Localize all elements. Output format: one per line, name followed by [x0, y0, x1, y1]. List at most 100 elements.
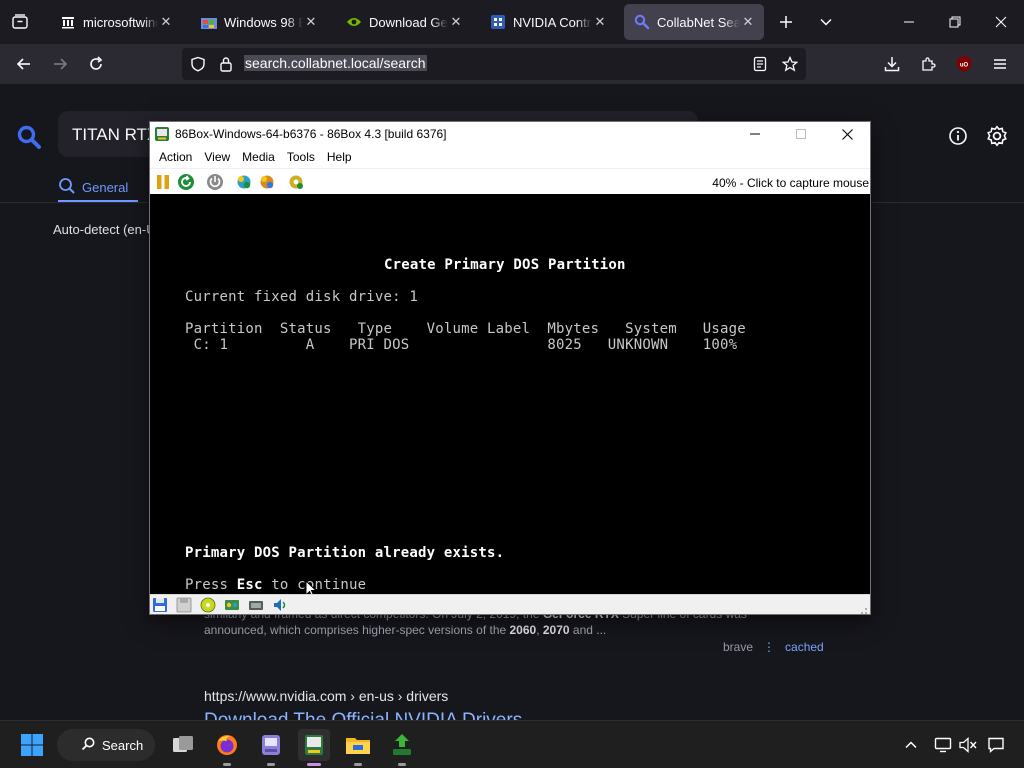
network-icon[interactable]: [248, 597, 264, 613]
search-logo-icon[interactable]: [16, 124, 42, 155]
cd-rom-icon[interactable]: [200, 597, 216, 613]
vm-titlebar[interactable]: 86Box-Windows-64-b6376 - 86Box 4.3 [buil…: [150, 122, 870, 146]
close-tab-icon[interactable]: ✕: [592, 14, 608, 30]
notifications-icon[interactable]: [986, 735, 1006, 755]
tab-windows98[interactable]: Windows 98 Boot ✕: [191, 4, 327, 40]
dos-prompt-pre: Press: [185, 577, 237, 593]
menu-tools[interactable]: Tools: [281, 150, 321, 164]
vm-menubar: Action View Media Tools Help: [150, 146, 870, 168]
close-tab-icon[interactable]: ✕: [448, 14, 464, 30]
vm-maximize-icon[interactable]: [778, 122, 824, 146]
tab-title: microsoftwindows: [83, 14, 158, 30]
close-tab-icon[interactable]: ✕: [158, 14, 174, 30]
floppy-drive-icon[interactable]: [152, 597, 168, 613]
result-url[interactable]: https://www.nvidia.com › en-us › drivers: [204, 688, 448, 704]
menu-help[interactable]: Help: [321, 150, 358, 164]
firefox-taskbar-icon[interactable]: [211, 729, 243, 766]
search-icon: [81, 737, 95, 754]
resize-grip-icon[interactable]: [858, 602, 868, 614]
back-icon[interactable]: [8, 48, 40, 80]
reload-icon[interactable]: [80, 48, 112, 80]
lock-icon[interactable]: [216, 54, 236, 74]
tab-collabnet-search[interactable]: CollabNet Search ✕: [624, 4, 764, 40]
region-selector[interactable]: Auto-detect (en-U: [53, 222, 156, 237]
result-meta: brave ⋮ cached: [723, 640, 824, 654]
kebab-menu-icon[interactable]: ⋮: [763, 640, 775, 654]
new-tab-icon[interactable]: [774, 10, 798, 34]
dos-prompt: Press Esc to continue: [185, 577, 366, 593]
snippet-bold: 2070: [542, 623, 570, 637]
collabnet-icon: [634, 14, 650, 30]
snippet-text: ,: [536, 623, 543, 637]
sound-icon[interactable]: [272, 597, 288, 613]
file-explorer-taskbar-icon[interactable]: [342, 729, 374, 766]
list-all-tabs-icon[interactable]: [814, 10, 838, 34]
dos-message: Primary DOS Partition already exists.: [185, 545, 505, 561]
bookmark-star-icon[interactable]: [780, 54, 800, 74]
ctrl-alt-esc-icon[interactable]: [258, 173, 276, 191]
start-button[interactable]: [16, 729, 48, 761]
windows98-icon: [201, 14, 217, 30]
windows-logo-icon: [21, 734, 43, 756]
forward-icon[interactable]: [44, 48, 76, 80]
nvidia-control-icon: [490, 14, 506, 30]
ctrl-alt-del-icon[interactable]: [235, 173, 253, 191]
extensions-icon[interactable]: [912, 48, 944, 80]
shield-icon[interactable]: [188, 54, 208, 74]
url-text[interactable]: search.collabnet.local/search: [244, 55, 427, 71]
menu-action[interactable]: Action: [153, 150, 198, 164]
dos-table-row: C: 1 A PRI DOS 8025 UNKNOWN 100%: [185, 337, 738, 353]
tab-overview-icon[interactable]: [8, 10, 32, 34]
vm-statusbar: [150, 594, 870, 614]
task-view-icon[interactable]: [167, 729, 199, 761]
power-icon[interactable]: [206, 173, 224, 191]
installer-taskbar-icon[interactable]: [386, 729, 418, 766]
taskbar-search-label: Search: [102, 737, 144, 753]
tab-archive[interactable]: microsoftwindows ✕: [50, 4, 182, 40]
show-hidden-icons-icon[interactable]: [901, 735, 921, 755]
snippet-text: announced, which comprises higher-spec v…: [204, 623, 510, 637]
hard-disk-icon[interactable]: [224, 597, 240, 613]
info-icon[interactable]: [946, 124, 970, 148]
search-query[interactable]: TITAN RTX: [72, 125, 158, 145]
tab-general-label: General: [82, 180, 129, 195]
tab-download-geforce[interactable]: Download GeForce ✕: [336, 4, 472, 40]
svg-text:uO: uO: [960, 63, 969, 69]
downloads-icon[interactable]: [876, 48, 908, 80]
pause-icon[interactable]: [154, 173, 172, 191]
minimize-window-icon[interactable]: [886, 0, 932, 44]
hard-reset-icon[interactable]: [177, 173, 195, 191]
close-window-icon[interactable]: [978, 0, 1024, 44]
search-small-icon: [58, 177, 76, 198]
snippet-text: and ...: [569, 623, 607, 637]
app-menu-icon[interactable]: [984, 48, 1016, 80]
vm-minimize-icon[interactable]: [732, 122, 778, 146]
capture-mouse-hint[interactable]: 40% - Click to capture mouse: [712, 176, 869, 190]
cached-link[interactable]: cached: [785, 640, 824, 654]
display-icon[interactable]: [933, 735, 953, 755]
vm-display[interactable]: Create Primary DOS Partition Current fix…: [150, 194, 870, 598]
menu-view[interactable]: View: [198, 150, 236, 164]
result-title-link[interactable]: Download The Official NVIDIA Drivers: [204, 710, 522, 720]
restore-window-icon[interactable]: [932, 0, 978, 44]
tab-nvidia-control-panel[interactable]: NVIDIA Control P ✕: [480, 4, 616, 40]
tab-general[interactable]: General: [58, 177, 128, 198]
taskbar-search-button[interactable]: Search: [57, 729, 155, 761]
vm-window-title: 86Box-Windows-64-b6376 - 86Box 4.3 [buil…: [175, 127, 447, 141]
reader-view-icon[interactable]: [750, 54, 770, 74]
86box-window: 86Box-Windows-64-b6376 - 86Box 4.3 [buil…: [149, 121, 871, 615]
close-tab-icon[interactable]: ✕: [740, 14, 756, 30]
menu-media[interactable]: Media: [236, 150, 281, 164]
result-host: https://www.nvidia.com: [204, 688, 347, 704]
volume-muted-icon[interactable]: [958, 735, 978, 755]
settings-icon[interactable]: [287, 173, 305, 191]
settings-gear-icon[interactable]: [985, 124, 1009, 148]
tab-title: Windows 98 Boot: [224, 14, 303, 30]
close-tab-icon[interactable]: ✕: [303, 14, 319, 30]
86box-manager-taskbar-icon[interactable]: [255, 729, 287, 766]
vm-close-icon[interactable]: [824, 122, 870, 146]
url-bar[interactable]: search.collabnet.local/search: [182, 48, 806, 80]
floppy-drive-2-icon[interactable]: [176, 597, 192, 613]
86box-vm-taskbar-icon[interactable]: [298, 729, 330, 766]
ublock-origin-icon[interactable]: uO: [948, 48, 980, 80]
